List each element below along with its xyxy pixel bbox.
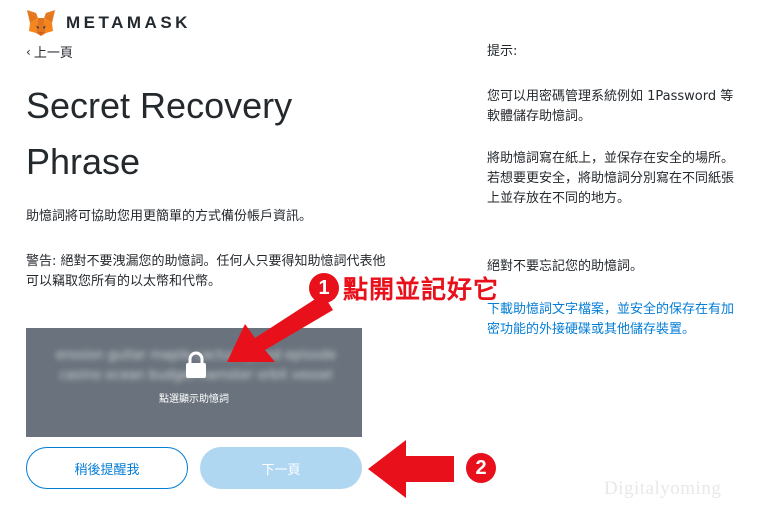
annotation-step-1: 1 點開並記好它 <box>309 270 499 306</box>
tip-write-on-paper: 將助憶詞寫在紙上，並保存在安全的場所。若想要更安全，將助憶詞分別寫在不同紙張上並… <box>487 151 735 206</box>
back-link[interactable]: ‹ 上一頁 <box>26 42 73 62</box>
description-text: 助憶詞將可協助您用更簡單的方式備份帳戶資訊。 <box>26 209 313 224</box>
step-1-text: 點開並記好它 <box>343 275 500 304</box>
back-label: 上一頁 <box>33 46 73 61</box>
download-phrase-link[interactable]: 下載助憶詞文字檔案，並安全的保存在有加密功能的外接硬碟或其他儲存裝置。 <box>487 300 737 340</box>
brand-name: METAMASK <box>66 13 191 32</box>
annotation-step-2: 2 <box>466 453 496 483</box>
tip-never-forget: 絕對不要忘記您的助憶詞。 <box>487 259 644 274</box>
metamask-fox-icon <box>27 10 55 36</box>
watermark: Digitalyoming <box>604 478 722 499</box>
tips-heading: 提示: <box>487 44 518 59</box>
reveal-label: 點選顯示助憶詞 <box>159 394 229 405</box>
brand-logo: METAMASK <box>26 9 191 37</box>
page: METAMASK ‹ 上一頁 Secret Recovery Phrase 助憶… <box>0 0 762 512</box>
step-2-badge: 2 <box>466 453 496 483</box>
lock-icon <box>186 351 206 378</box>
remind-later-button[interactable]: 稍後提醒我 <box>26 447 188 489</box>
annotation-arrow-2 <box>368 440 454 498</box>
chevron-left-icon: ‹ <box>26 44 31 59</box>
page-title: Secret Recovery Phrase <box>26 85 293 182</box>
tip-password-manager: 您可以用密碼管理系統例如 1Password 等軟體儲存助憶詞。 <box>487 89 734 124</box>
step-1-badge: 1 <box>309 273 339 303</box>
next-button[interactable]: 下一頁 <box>200 447 362 489</box>
